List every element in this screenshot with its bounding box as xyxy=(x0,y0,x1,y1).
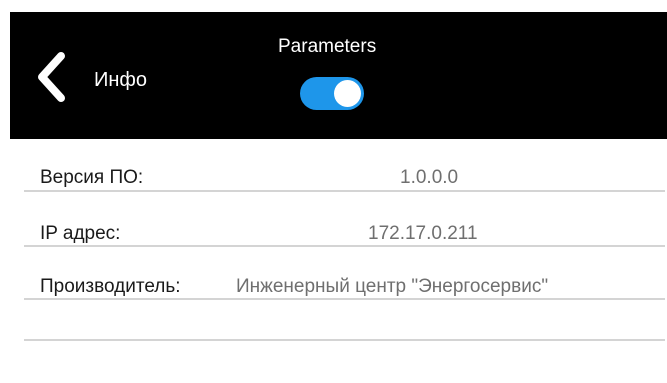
page-title: Инфо xyxy=(94,69,147,91)
version-value: 1.0.0.0 xyxy=(400,167,459,188)
toggle-knob xyxy=(334,80,361,107)
manufacturer-label: Производитель: xyxy=(40,276,181,297)
info-row-version: Версия ПО: 1.0.0.0 xyxy=(24,155,665,195)
header-bar: Инфо Parameters xyxy=(10,12,667,139)
ip-value: 172.17.0.211 xyxy=(368,223,478,244)
divider xyxy=(24,245,665,247)
chevron-left-icon xyxy=(38,52,65,102)
back-button[interactable] xyxy=(32,52,72,102)
version-label: Версия ПО: xyxy=(40,167,144,188)
divider xyxy=(24,298,665,300)
parameters-toggle[interactable] xyxy=(300,77,364,110)
divider xyxy=(24,339,665,341)
parameters-label: Parameters xyxy=(278,36,377,57)
divider xyxy=(24,190,665,192)
manufacturer-value: Инженерный центр "Энергосервис" xyxy=(236,276,549,297)
ip-label: IP адрес: xyxy=(40,223,121,244)
app-screen: Инфо Parameters Версия ПО: 1.0.0.0 IP ад… xyxy=(10,12,667,383)
